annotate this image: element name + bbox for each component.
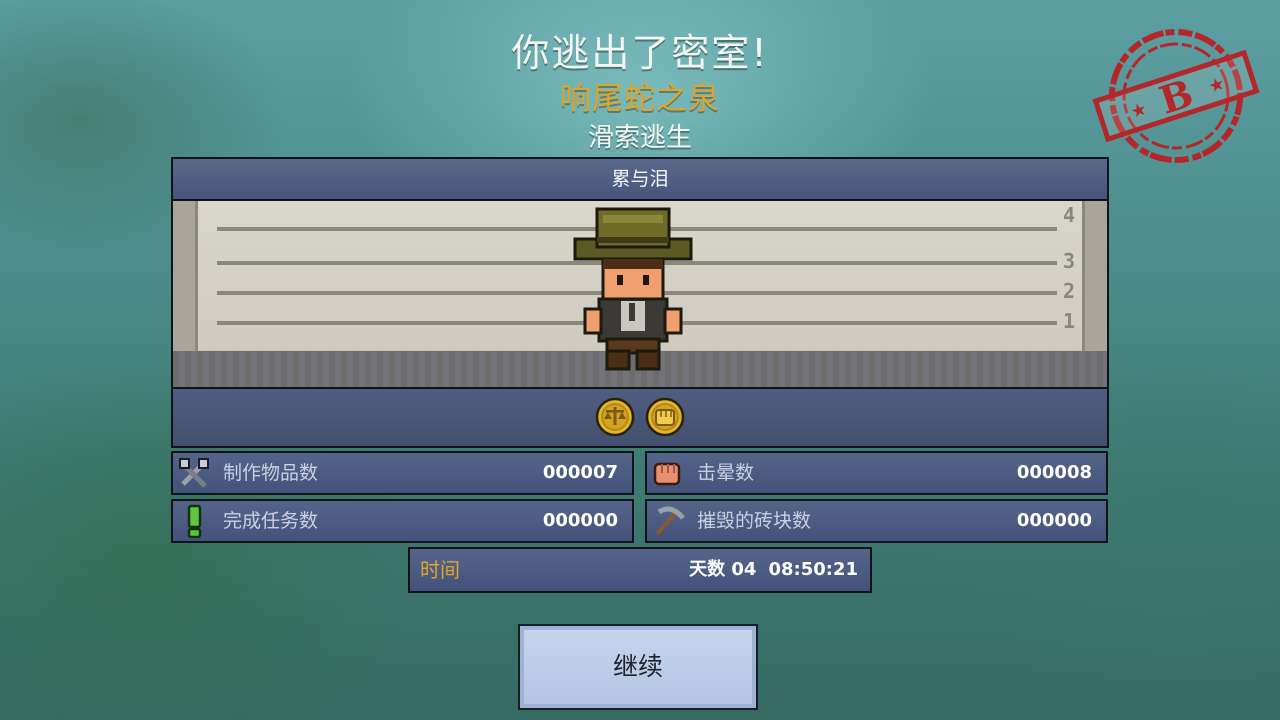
medal-strip <box>173 389 1107 446</box>
days-count: 天数 04 <box>689 559 757 580</box>
escape-method: 滑索逃生 <box>587 123 692 153</box>
stat-label: 摧毁的砖块数 <box>697 510 812 532</box>
stat-value: 000000 <box>1016 510 1092 531</box>
clock-time: 08:50:21 <box>768 559 858 580</box>
cowboy-character-sprite <box>573 207 693 371</box>
stat-knockouts: 击晕数 000008 <box>645 451 1108 495</box>
stat-label: 完成任务数 <box>223 510 319 532</box>
time-label: 时间 <box>420 558 460 582</box>
stat-bricks-destroyed: 摧毁的砖块数 000000 <box>645 499 1108 543</box>
scales-medal-icon <box>595 397 635 437</box>
height-mark: 4 <box>1062 203 1075 227</box>
height-mark: 1 <box>1062 309 1075 333</box>
tools-icon <box>179 458 209 488</box>
escape-title: 你逃出了密室! <box>511 31 769 75</box>
continue-button[interactable]: 继续 <box>518 624 758 710</box>
height-mark: 2 <box>1062 279 1075 303</box>
escape-time: 时间 天数 04 08:50:21 <box>408 547 872 593</box>
fist-medal-icon <box>645 397 685 437</box>
stat-value: 000007 <box>542 462 618 483</box>
lineup-frame-right <box>1082 201 1107 351</box>
pickaxe-icon <box>655 506 685 536</box>
height-mark: 3 <box>1062 249 1075 273</box>
mugshot-panel: 累与泪 4 3 2 1 <box>171 157 1109 448</box>
stat-items-crafted: 制作物品数 000007 <box>171 451 634 495</box>
stat-label: 击晕数 <box>697 462 755 484</box>
time-value: 天数 04 08:50:21 <box>677 549 858 591</box>
stat-value: 000000 <box>542 510 618 531</box>
exclamation-icon <box>187 504 202 538</box>
prison-name: 响尾蛇之泉 <box>560 81 720 117</box>
stat-label: 制作物品数 <box>223 462 319 484</box>
mugshot-header: 累与泪 <box>173 159 1107 201</box>
grade-stamp: ★ ★ B <box>1092 29 1260 163</box>
lineup-backdrop: 4 3 2 1 <box>173 201 1107 389</box>
stat-quests-completed: 完成任务数 000000 <box>171 499 634 543</box>
stat-value: 000008 <box>1016 462 1092 483</box>
lineup-frame-left <box>173 201 198 351</box>
fist-icon <box>653 462 681 486</box>
